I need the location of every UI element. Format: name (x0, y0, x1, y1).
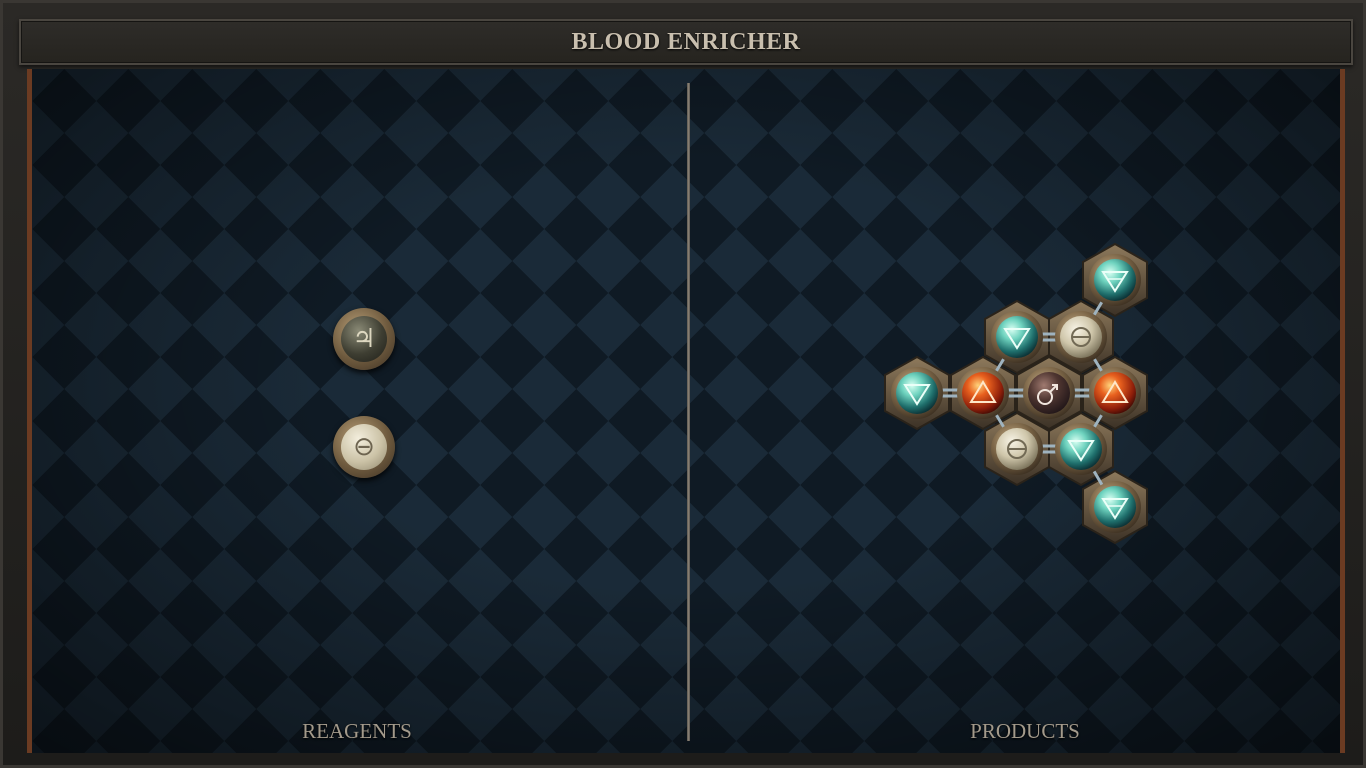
game-window-frame: BLOOD ENRICHER ♃ ⊖ REAGENTS PRODUCTS (0, 0, 1366, 768)
atom-water-top (1089, 254, 1141, 306)
atom-water-left (891, 367, 943, 419)
molecule-drawing (884, 242, 1148, 545)
atom-fire-right (1089, 367, 1141, 419)
atom-water-lower-right (1055, 423, 1107, 475)
atom-water-bottom (1089, 481, 1141, 533)
puzzle-title: BLOOD ENRICHER (571, 29, 801, 55)
atom-iron-center (1023, 367, 1075, 419)
atom-salt-lower (991, 423, 1043, 475)
product-molecule[interactable] (32, 69, 1340, 753)
atom-salt-upper (1055, 311, 1107, 363)
atom-water-upper-left (991, 311, 1043, 363)
atom-fire-left (957, 367, 1009, 419)
puzzle-board: ♃ ⊖ REAGENTS PRODUCTS (27, 69, 1345, 753)
title-bar: BLOOD ENRICHER (19, 19, 1353, 65)
